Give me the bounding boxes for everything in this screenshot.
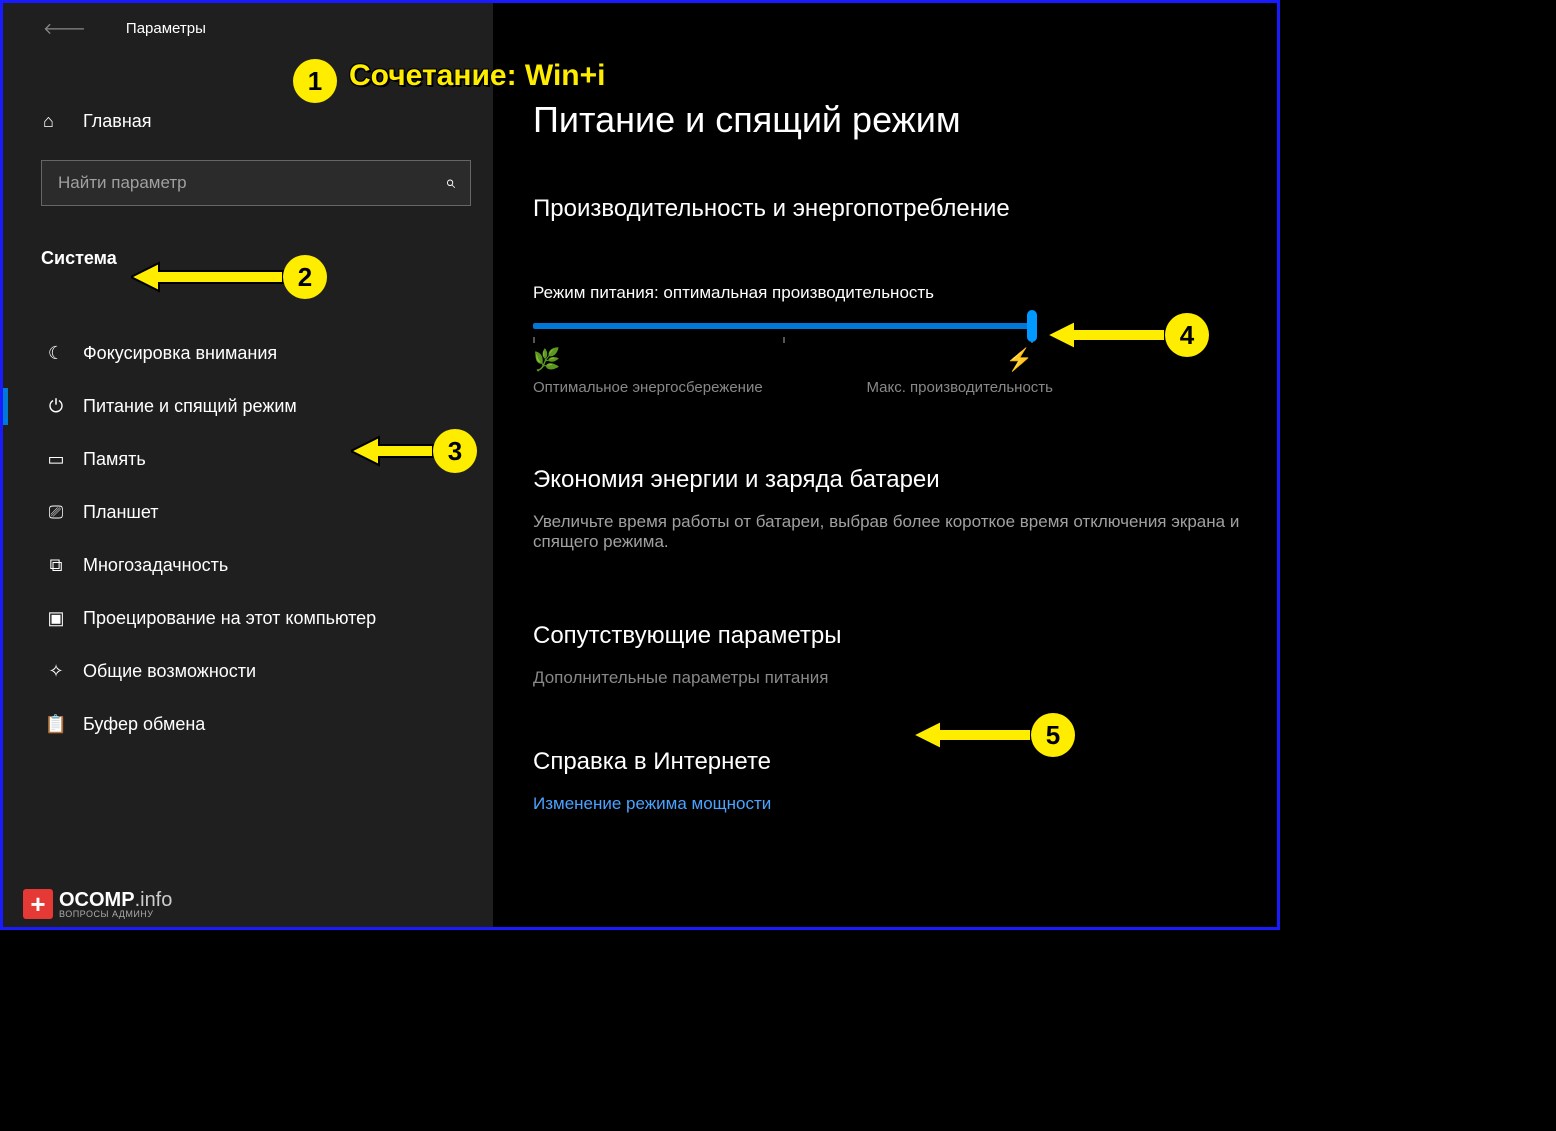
nav-item-multitasking[interactable]: ⧉ Многозадачность [3,539,493,592]
sidebar-home[interactable]: ⌂ Главная [3,97,493,146]
storage-icon: ▭ [43,449,69,470]
power-slider[interactable] [533,323,1033,329]
project-icon: ▣ [43,608,69,629]
annotation-arrow-2 [131,259,291,295]
nav-item-power-sleep[interactable]: ⏻ Питание и спящий режим [3,380,493,433]
annotation-arrow-4 [1047,317,1173,353]
power-mode-label: Режим питания: оптимальная производитель… [533,283,1277,303]
app-title: Параметры [126,20,206,37]
nav-label: Планшет [83,502,159,523]
moon-icon: ☾ [43,343,69,364]
search-input[interactable] [41,160,471,206]
leaf-icon: 🌿 [533,347,560,373]
nav-label: Общие возможности [83,661,256,682]
watermark-tagline: ВОПРОСЫ АДМИНУ [59,910,172,919]
nav-label: Память [83,449,146,470]
home-icon: ⌂ [43,111,69,132]
watermark-tld: .info [135,889,173,911]
main-content: Питание и спящий режим Производительност… [493,3,1277,927]
search-wrap: ⌕ [41,160,471,206]
annotation-badge-2: 2 [283,255,327,299]
watermark: + OCOMP.info ВОПРОСЫ АДМИНУ [23,889,172,919]
watermark-plus-icon: + [23,889,53,919]
related-heading: Сопутствующие параметры [533,622,1277,650]
lightning-icon: ⚡ [1006,347,1033,373]
battery-heading: Экономия энергии и заряда батареи [533,466,1277,494]
back-arrow-icon[interactable]: 🡐 [43,18,86,39]
tablet-icon: ⎚ [43,502,69,523]
nav-label: Многозадачность [83,555,228,576]
watermark-brand: OCOMP [59,889,135,911]
annotation-badge-4: 4 [1165,313,1209,357]
clipboard-icon: 📋 [43,714,69,735]
home-label: Главная [83,111,152,132]
nav-list: ☾ Фокусировка внимания ⏻ Питание и спящи… [3,327,493,751]
annotation-text-1: Сочетание: Win+i [349,59,605,93]
nav-label: Фокусировка внимания [83,343,277,364]
annotation-arrow-3 [351,433,441,469]
power-icon: ⏻ [43,396,69,417]
nav-item-focus-assist[interactable]: ☾ Фокусировка внимания [3,327,493,380]
performance-heading: Производительность и энергопотребление [533,195,1277,223]
nav-label: Буфер обмена [83,714,205,735]
slider-thumb[interactable] [1027,310,1037,342]
page-title: Питание и спящий режим [533,99,1277,141]
slider-label-left: Оптимальное энергосбережение [533,379,763,396]
share-icon: ✧ [43,661,69,682]
titlebar: 🡐 Параметры [3,3,493,53]
nav-item-clipboard[interactable]: 📋 Буфер обмена [3,698,493,751]
nav-label: Питание и спящий режим [83,396,297,417]
nav-item-shared-experiences[interactable]: ✧ Общие возможности [3,645,493,698]
help-heading: Справка в Интернете [533,748,1277,776]
multitask-icon: ⧉ [43,555,69,576]
battery-description: Увеличьте время работы от батареи, выбра… [533,512,1273,552]
annotation-badge-3: 3 [433,429,477,473]
search-icon[interactable]: ⌕ [445,172,455,193]
nav-item-tablet[interactable]: ⎚ Планшет [3,486,493,539]
nav-item-projecting[interactable]: ▣ Проецирование на этот компьютер [3,592,493,645]
annotation-badge-1: 1 [293,59,337,103]
nav-label: Проецирование на этот компьютер [83,608,376,629]
settings-window: 🡐 Параметры ⌂ Главная ⌕ Система ☾ Фокуси… [3,3,1277,927]
additional-power-link[interactable]: Дополнительные параметры питания [533,668,1277,688]
annotation-badge-5: 5 [1031,713,1075,757]
annotation-arrow-5 [913,717,1039,753]
slider-label-right: Макс. производительность [866,379,1053,396]
change-power-mode-link[interactable]: Изменение режима мощности [533,794,1277,814]
